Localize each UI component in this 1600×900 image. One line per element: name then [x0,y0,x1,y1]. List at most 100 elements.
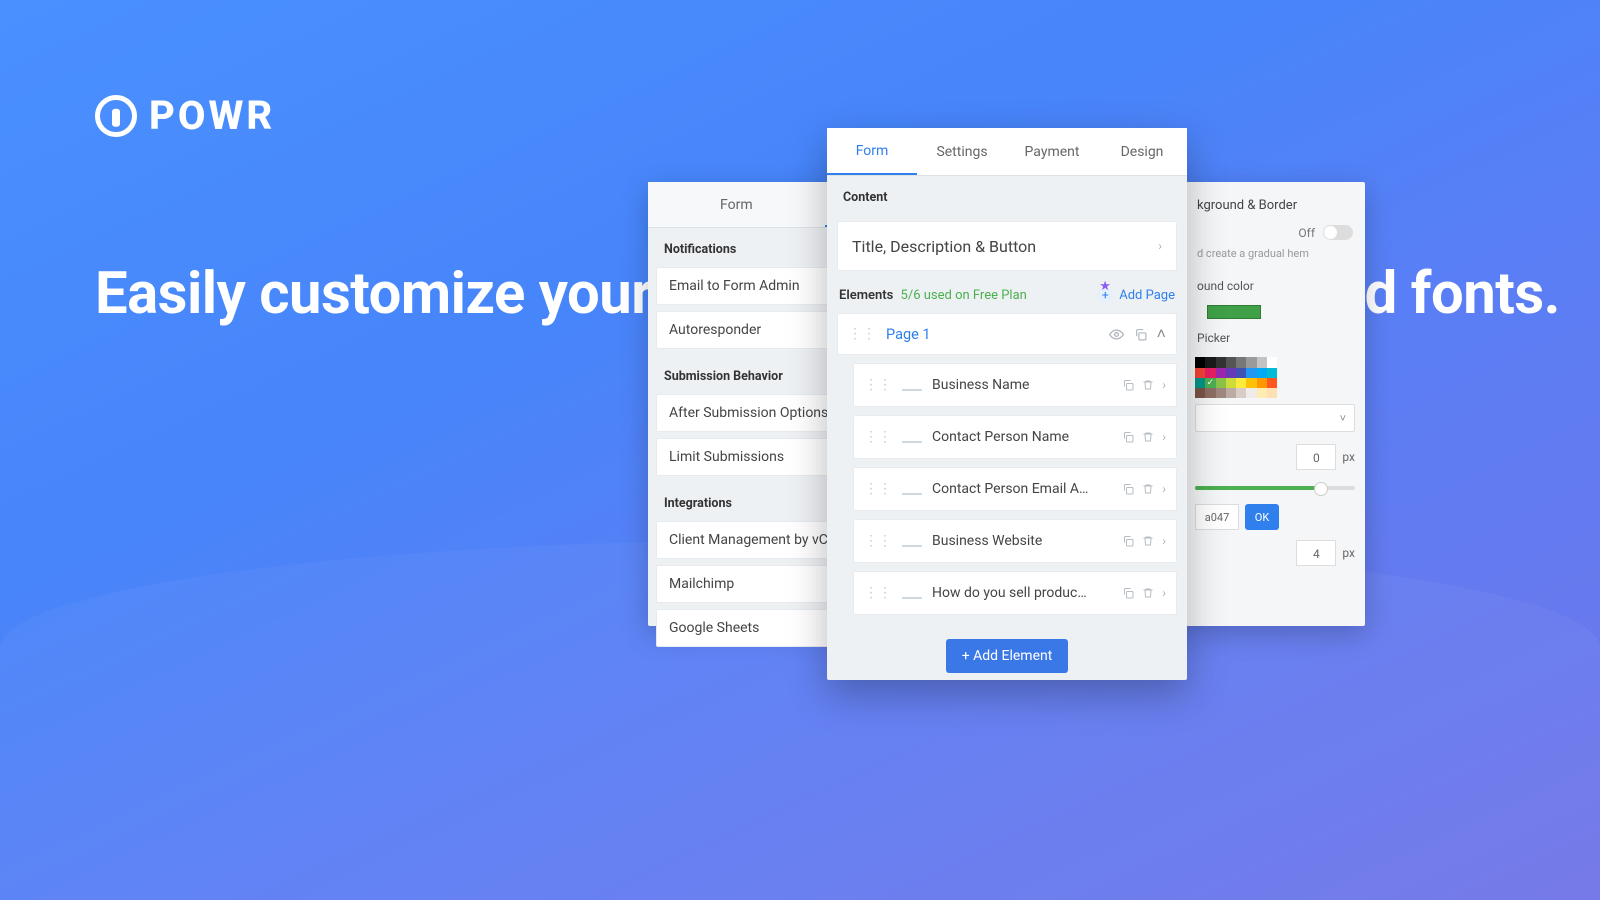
element-row[interactable]: ⋮⋮Business Name› [853,363,1177,407]
palette-swatch[interactable] [1257,357,1267,367]
gradient-hint: d create a gradual hem [1185,246,1365,273]
palette-swatch[interactable] [1226,368,1236,378]
palette-swatch[interactable] [1236,388,1246,398]
num-input-0[interactable]: 0 [1296,444,1336,470]
drag-handle-icon[interactable]: ⋮⋮ [864,585,892,601]
palette-swatch[interactable] [1246,388,1256,398]
copy-icon[interactable] [1122,587,1134,599]
palette-swatch[interactable] [1246,378,1256,388]
palette-swatch[interactable] [1236,378,1246,388]
element-row[interactable]: ⋮⋮Contact Person Name› [853,415,1177,459]
select-mock[interactable]: ˅ [1195,404,1355,432]
elements-used: 5/6 used on Free Plan [901,288,1027,303]
copy-icon[interactable] [1122,431,1134,443]
drag-handle-icon[interactable]: ⋮⋮ [864,533,892,549]
design-panel: kground & Border Off d create a gradual … [1185,182,1365,626]
drag-handle-icon[interactable]: ⋮⋮ [848,326,876,342]
palette-swatch[interactable] [1226,388,1236,398]
palette-swatch[interactable] [1195,388,1205,398]
opacity-slider[interactable] [1195,486,1355,490]
trash-icon[interactable] [1142,483,1154,495]
tab-form[interactable]: Form [648,182,825,227]
palette-swatch[interactable] [1257,368,1267,378]
field-type-icon [902,379,922,391]
brand-text: POWR [149,92,275,139]
element-label: Contact Person Name [932,429,1112,445]
trash-icon[interactable] [1142,587,1154,599]
chevron-right-icon: › [1162,586,1166,600]
page-row[interactable]: ⋮⋮ Page 1 ˄ [837,313,1177,355]
element-row[interactable]: ⋮⋮ Business Website › [853,519,1177,563]
page-name[interactable]: Page 1 [886,326,931,343]
chevron-up-icon[interactable]: ˄ [1157,324,1166,344]
content-row-label: Title, Description & Button [852,237,1036,256]
toggle-gradient[interactable]: Off [1185,219,1365,246]
border-width-row: 0 px [1185,438,1365,476]
copy-icon[interactable] [1122,483,1134,495]
ok-button[interactable]: OK [1245,504,1279,530]
trash-icon[interactable] [1142,379,1154,391]
palette-swatch[interactable] [1226,357,1236,367]
palette-swatch[interactable] [1236,368,1246,378]
palette-swatch[interactable] [1267,368,1277,378]
palette-swatch[interactable] [1205,388,1215,398]
color-palette[interactable]: ✓ [1195,357,1277,398]
brand-mark-icon [95,95,137,137]
add-element-button[interactable]: + Add Element [946,639,1069,673]
palette-swatch[interactable] [1257,388,1267,398]
palette-swatch[interactable] [1246,357,1256,367]
palette-swatch[interactable] [1257,378,1267,388]
palette-swatch[interactable] [1195,378,1205,388]
title-desc-button-row[interactable]: Title, Description & Button › [837,221,1177,271]
palette-swatch[interactable] [1195,368,1205,378]
num-input-4[interactable]: 4 [1296,540,1336,566]
palette-swatch[interactable] [1267,388,1277,398]
copy-icon[interactable] [1122,535,1134,547]
drag-handle-icon[interactable]: ⋮⋮ [864,377,892,393]
palette-swatch[interactable] [1216,388,1226,398]
element-row[interactable]: ⋮⋮How do you sell produc…› [853,571,1177,615]
tab-design2[interactable]: Design [1097,128,1187,175]
element-label: Business Website [932,533,1112,549]
design-section-title: kground & Border [1185,182,1365,219]
tab-settings2[interactable]: Settings [917,128,1007,175]
chevron-right-icon: › [1158,239,1162,253]
palette-swatch[interactable] [1267,378,1277,388]
field-type-icon [902,587,922,599]
elements-label: Elements [839,288,893,303]
field-type-icon [902,483,922,495]
hex-input[interactable]: a047 [1195,504,1239,530]
chevron-right-icon: › [1162,534,1166,548]
copy-icon[interactable] [1122,379,1134,391]
tab-payment2[interactable]: Payment [1007,128,1097,175]
palette-swatch[interactable] [1267,357,1277,367]
eye-icon[interactable] [1109,327,1124,342]
palette-swatch[interactable] [1226,378,1236,388]
toggle-icon[interactable] [1323,225,1353,240]
star-icon: ★ [1099,279,1111,294]
palette-swatch[interactable] [1216,378,1226,388]
current-color-swatch[interactable] [1207,305,1261,319]
background-color-label: ound color [1185,273,1365,299]
tab-form2[interactable]: Form [827,128,917,175]
drag-handle-icon[interactable]: ⋮⋮ [864,429,892,445]
form-panel: Form Settings Payment Design Content Tit… [827,128,1187,680]
palette-swatch[interactable] [1195,357,1205,367]
current-color-row[interactable] [1185,299,1365,325]
element-row[interactable]: ⋮⋮Contact Person Email A…› [853,467,1177,511]
drag-handle-icon[interactable]: ⋮⋮ [864,481,892,497]
check-icon: ✓ [1205,378,1215,388]
palette-swatch[interactable] [1205,357,1215,367]
palette-swatch[interactable] [1216,357,1226,367]
toggle-label: Off [1298,226,1315,240]
chevron-right-icon: › [1162,482,1166,496]
palette-swatch[interactable] [1216,368,1226,378]
palette-swatch[interactable]: ✓ [1205,378,1215,388]
palette-swatch[interactable] [1236,357,1246,367]
copy-icon[interactable] [1134,328,1147,341]
trash-icon[interactable] [1142,535,1154,547]
palette-swatch[interactable] [1246,368,1256,378]
add-page-button[interactable]: + Add Page ★ [1097,287,1175,303]
trash-icon[interactable] [1142,431,1154,443]
palette-swatch[interactable] [1205,368,1215,378]
